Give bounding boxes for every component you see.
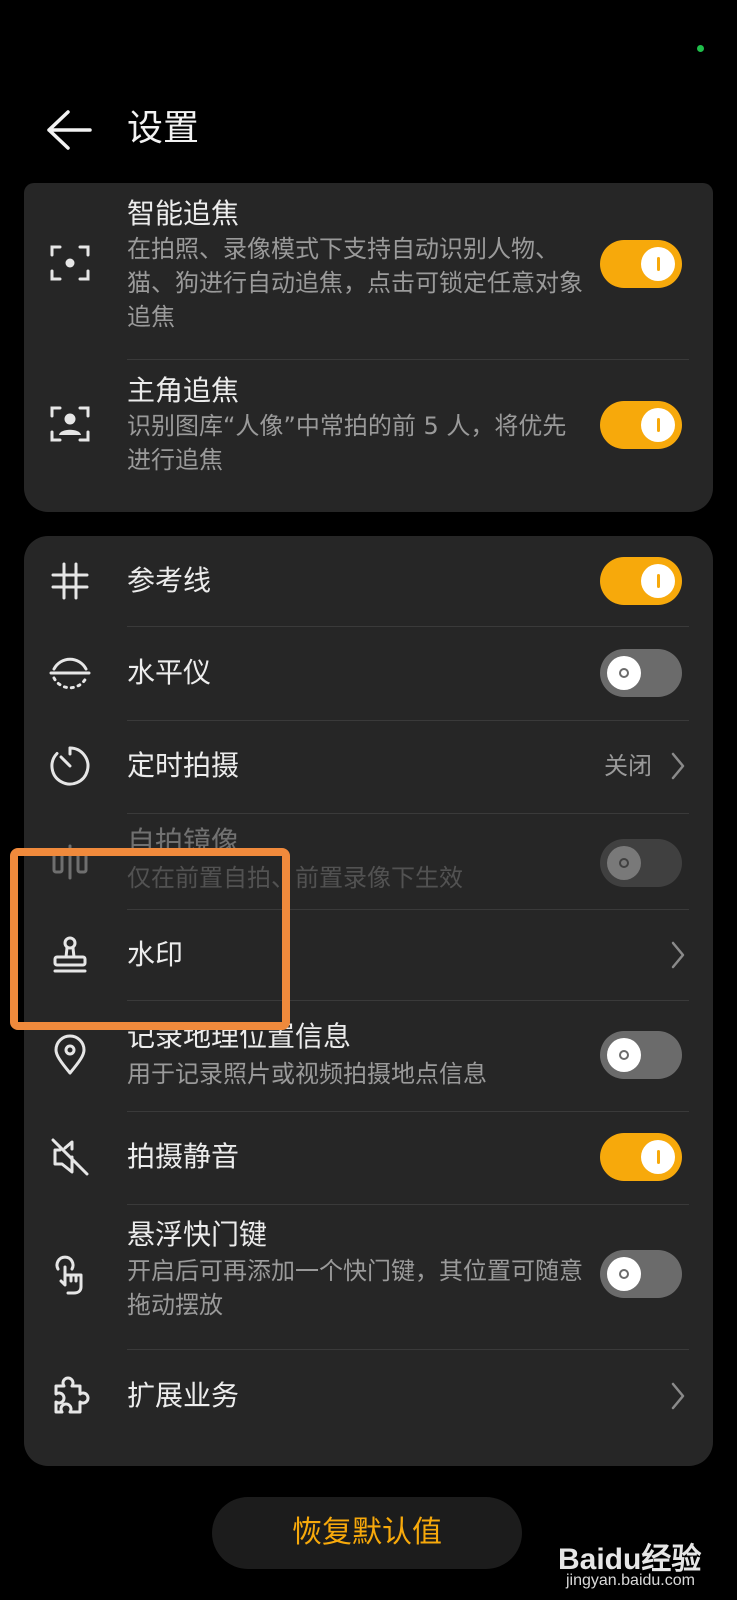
level-toggle[interactable] <box>600 649 682 697</box>
chevron-right-icon <box>668 1380 688 1412</box>
setting-protagonist-focus[interactable]: 主角追焦 识别图库“人像”中常拍的前 5 人，将优先进行追焦 <box>24 360 713 510</box>
timer-icon <box>48 744 92 788</box>
protagonist-focus-toggle[interactable] <box>600 401 682 449</box>
puzzle-icon <box>48 1374 92 1418</box>
smart-focus-toggle[interactable] <box>600 240 682 288</box>
setting-title: 主角追焦 <box>127 374 240 407</box>
chevron-right-icon <box>668 939 688 971</box>
setting-title: 悬浮快门键 <box>127 1218 268 1251</box>
setting-title: 水平仪 <box>127 656 212 689</box>
setting-timer[interactable]: 定时拍摄 关闭 <box>24 721 713 813</box>
touch-icon <box>48 1253 92 1297</box>
status-indicator-dot <box>697 45 704 52</box>
back-arrow-icon[interactable] <box>42 108 96 152</box>
portrait-focus-icon <box>48 402 92 446</box>
setting-extensions[interactable]: 扩展业务 <box>24 1350 713 1444</box>
focus-frame-icon <box>48 241 92 285</box>
setting-subtitle: 识别图库“人像”中常拍的前 5 人，将优先进行追焦 <box>127 412 567 474</box>
setting-shutter-mute[interactable]: 拍摄静音 <box>24 1112 713 1204</box>
selfie-mirror-toggle <box>600 839 682 887</box>
grid-icon <box>48 559 92 603</box>
timer-value: 关闭 <box>604 752 652 780</box>
location-icon <box>48 1033 92 1077</box>
mute-icon <box>48 1135 92 1179</box>
setting-subtitle: 用于记录照片或视频拍摄地点信息 <box>127 1060 487 1088</box>
baidu-watermark: Baidu经验 jingyan.baidu.com <box>558 1530 733 1600</box>
grid-lines-toggle[interactable] <box>600 557 682 605</box>
chevron-right-icon <box>668 750 688 782</box>
setting-title: 扩展业务 <box>127 1379 240 1412</box>
setting-floating-shutter[interactable]: 悬浮快门键 开启后可再添加一个快门键，其位置可随意拖动摆放 <box>24 1205 713 1349</box>
watermark-sub-text: jingyan.baidu.com <box>566 1572 695 1589</box>
setting-title: 拍摄静音 <box>127 1140 240 1173</box>
location-toggle[interactable] <box>600 1031 682 1079</box>
setting-level[interactable]: 水平仪 <box>24 627 713 720</box>
setting-grid-lines[interactable]: 参考线 <box>24 536 713 626</box>
level-icon <box>48 651 92 695</box>
restore-defaults-button[interactable]: 恢复默认值 <box>212 1497 522 1569</box>
header: 设置 <box>0 90 737 170</box>
setting-title: 定时拍摄 <box>127 749 240 782</box>
setting-subtitle: 开启后可再添加一个快门键，其位置可随意拖动摆放 <box>127 1257 583 1319</box>
page-title: 设置 <box>127 108 200 149</box>
floating-shutter-toggle[interactable] <box>600 1250 682 1298</box>
setting-subtitle: 在拍照、录像模式下支持自动识别人物、猫、狗进行自动追焦，点击可锁定任意对象追焦 <box>127 235 583 331</box>
focus-settings-card: 智能追焦 在拍照、录像模式下支持自动识别人物、猫、狗进行自动追焦，点击可锁定任意… <box>24 183 713 512</box>
setting-title: 参考线 <box>127 564 212 597</box>
setting-title: 智能追焦 <box>127 197 240 230</box>
annotation-highlight-box <box>10 848 290 1030</box>
setting-smart-focus[interactable]: 智能追焦 在拍照、录像模式下支持自动识别人物、猫、狗进行自动追焦，点击可锁定任意… <box>24 183 713 353</box>
shutter-mute-toggle[interactable] <box>600 1133 682 1181</box>
